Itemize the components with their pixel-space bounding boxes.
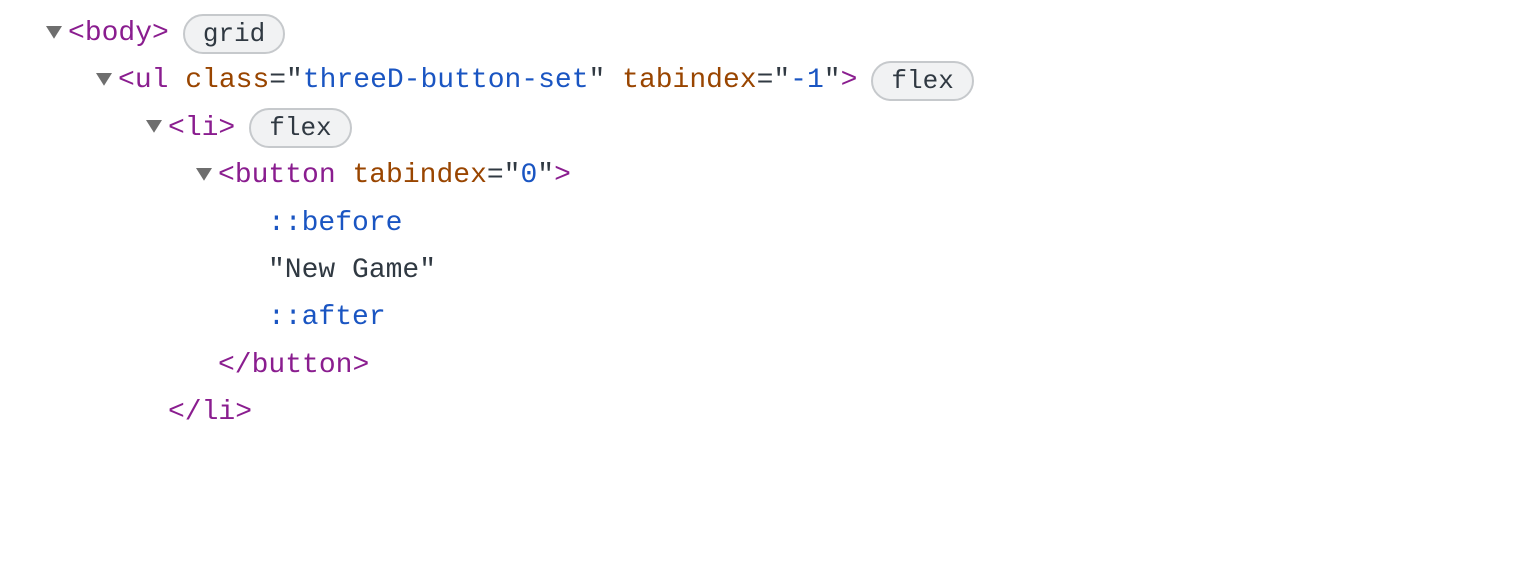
node-label: </button> — [218, 344, 369, 387]
node-label: ::after — [268, 296, 386, 339]
node-label: <button tabindex="0"> — [218, 154, 571, 197]
dom-node-li[interactable]: <li> flex — [0, 105, 1526, 152]
node-label: "New Game" — [268, 249, 436, 292]
node-label: <body> — [68, 12, 169, 55]
expand-collapse-icon[interactable] — [90, 73, 118, 89]
dom-node-li-close[interactable]: </li> — [0, 389, 1526, 436]
dom-node-ul[interactable]: <ul class="threeD-button-set" tabindex="… — [0, 57, 1526, 104]
elements-dom-tree[interactable]: <body> grid <ul class="threeD-button-set" … — [0, 0, 1526, 437]
display-badge[interactable]: flex — [871, 61, 973, 101]
pseudo-after[interactable]: ::after — [0, 294, 1526, 341]
node-label: <ul class="threeD-button-set" tabindex="… — [118, 59, 857, 102]
display-badge[interactable]: grid — [183, 14, 285, 54]
expand-collapse-icon[interactable] — [190, 168, 218, 184]
display-badge[interactable]: flex — [249, 108, 351, 148]
text-node-new-game[interactable]: "New Game" — [0, 247, 1526, 294]
node-label: <li> — [168, 107, 235, 150]
expand-collapse-icon[interactable] — [40, 26, 68, 42]
node-label: ::before — [268, 202, 402, 245]
dom-node-button-open[interactable]: <button tabindex="0"> — [0, 152, 1526, 199]
dom-node-button-close[interactable]: </button> — [0, 342, 1526, 389]
expand-collapse-icon[interactable] — [140, 120, 168, 136]
node-label: </li> — [168, 391, 252, 434]
pseudo-before[interactable]: ::before — [0, 200, 1526, 247]
dom-node-body[interactable]: <body> grid — [0, 10, 1526, 57]
